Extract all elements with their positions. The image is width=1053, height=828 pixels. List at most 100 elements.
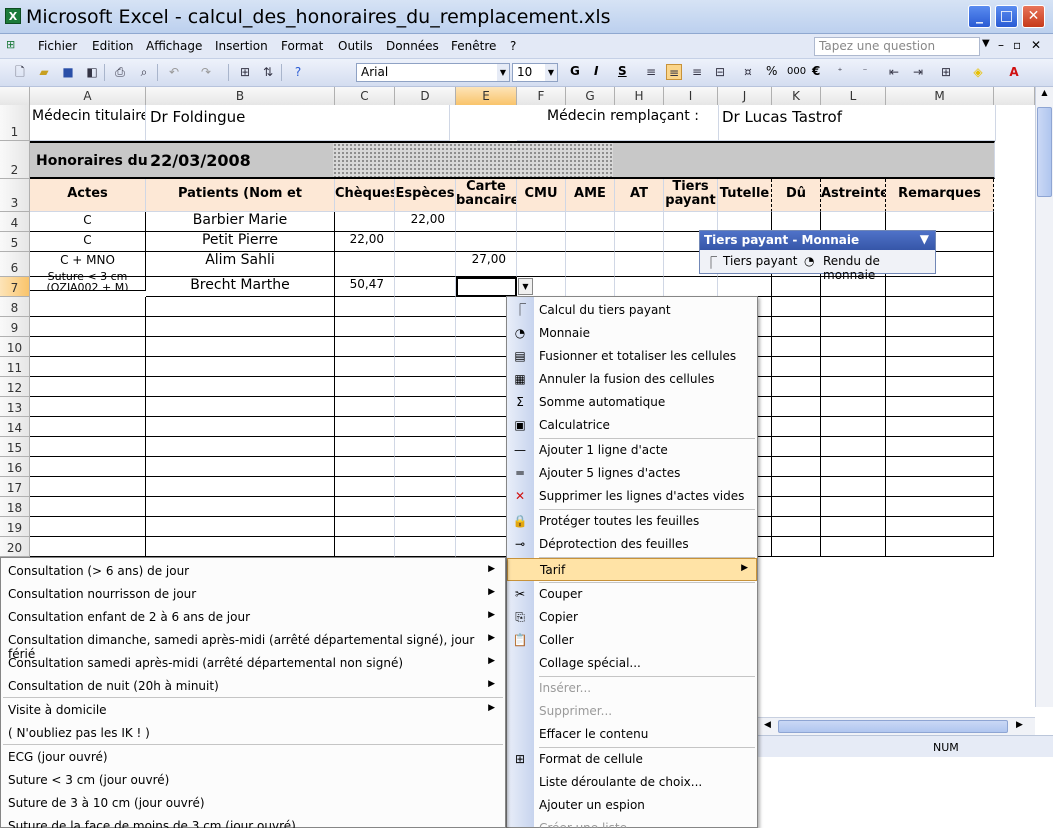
- cell-a16[interactable]: [30, 457, 146, 477]
- redo-icon[interactable]: ↷: [198, 64, 214, 80]
- col-header-0[interactable]: Actes: [30, 179, 146, 212]
- menu-help[interactable]: ?: [510, 39, 516, 53]
- col-header-12[interactable]: Remarques: [886, 179, 994, 212]
- cell-m15[interactable]: [886, 437, 994, 457]
- cell-b5[interactable]: Petit Pierre: [146, 232, 335, 252]
- cell-k12[interactable]: [772, 377, 821, 397]
- cell-k7[interactable]: [772, 277, 821, 297]
- row-header-2[interactable]: 2: [0, 141, 30, 179]
- cell-j4[interactable]: [718, 212, 772, 232]
- cell-m9[interactable]: [886, 317, 994, 337]
- doc-close-icon[interactable]: ✕: [1031, 38, 1041, 52]
- borders-icon[interactable]: ⊞: [938, 64, 954, 80]
- honoraires-date[interactable]: 22/03/2008: [150, 151, 251, 170]
- ctx-item-15[interactable]: Collage spécial...: [507, 652, 757, 675]
- cell-b16[interactable]: [146, 457, 335, 477]
- cell-d11[interactable]: [395, 357, 456, 377]
- column-header-h[interactable]: H: [615, 87, 664, 105]
- cell-c11[interactable]: [335, 357, 395, 377]
- honoraires-banner[interactable]: Honoraires du 22/03/2008: [30, 141, 995, 179]
- cell-f6[interactable]: [517, 252, 566, 277]
- row-header-14[interactable]: 14: [0, 417, 30, 437]
- preview-icon[interactable]: ⌕: [136, 64, 152, 80]
- cell-b8[interactable]: [146, 297, 335, 317]
- sort-icon[interactable]: ⇅: [260, 64, 276, 80]
- cell-a18[interactable]: [30, 497, 146, 517]
- cell-h7[interactable]: [615, 277, 664, 297]
- cell-m14[interactable]: [886, 417, 994, 437]
- cell-m17[interactable]: [886, 477, 994, 497]
- tarif-item-7[interactable]: ( N'oubliez pas les IK ! ): [1, 721, 505, 744]
- chevron-down-icon[interactable]: ▼: [545, 64, 557, 81]
- chevron-down-icon[interactable]: ▼: [497, 64, 509, 81]
- ctx-item-9[interactable]: 🔒 Protéger toutes les feuilles: [507, 510, 757, 533]
- column-header-i[interactable]: I: [664, 87, 718, 105]
- ctx-item-18[interactable]: Effacer le contenu: [507, 723, 757, 746]
- new-icon[interactable]: 🗋: [12, 64, 28, 80]
- ctx-item-13[interactable]: ⎘ Copier: [507, 606, 757, 629]
- workbook-icon[interactable]: ⊞: [6, 38, 26, 54]
- cell-e4[interactable]: [456, 212, 517, 232]
- bold-button[interactable]: G: [570, 64, 580, 78]
- cell-c12[interactable]: [335, 377, 395, 397]
- cell-f4[interactable]: [517, 212, 566, 232]
- cell-c13[interactable]: [335, 397, 395, 417]
- cell-a15[interactable]: [30, 437, 146, 457]
- close-button[interactable]: ✕: [1022, 5, 1045, 28]
- cell-a7[interactable]: Suture < 3 cm (QZJA002 + M): [30, 271, 146, 291]
- cell-e6[interactable]: 27,00: [456, 252, 517, 277]
- cell-d16[interactable]: [395, 457, 456, 477]
- cell-d17[interactable]: [395, 477, 456, 497]
- cell-c16[interactable]: [335, 457, 395, 477]
- cell-g4[interactable]: [566, 212, 615, 232]
- ctx-item-19[interactable]: ⊞ Format de cellule: [507, 748, 757, 771]
- ctx-item-12[interactable]: ✂ Couper: [507, 583, 757, 606]
- cell-m8[interactable]: [886, 297, 994, 317]
- vertical-scrollbar[interactable]: ▲: [1035, 87, 1053, 707]
- menu-donnees[interactable]: Données: [386, 39, 439, 53]
- ctx-item-8[interactable]: ✕ Supprimer les lignes d'actes vides: [507, 485, 757, 508]
- help-icon[interactable]: ?: [290, 64, 306, 80]
- scroll-thumb[interactable]: [1037, 107, 1052, 197]
- cell-c17[interactable]: [335, 477, 395, 497]
- row-header-16[interactable]: 16: [0, 457, 30, 477]
- cell-k4[interactable]: [772, 212, 821, 232]
- merge-center-icon[interactable]: ⊟: [712, 64, 728, 80]
- ctx-item-4[interactable]: Σ Somme automatique: [507, 391, 757, 414]
- ctx-item-2[interactable]: ▤ Fusionner et totaliser les cellules: [507, 345, 757, 368]
- column-header-c[interactable]: C: [335, 87, 395, 105]
- floatbar-title[interactable]: Tiers payant - Monnaie ▼: [700, 231, 935, 250]
- col-header-1[interactable]: Patients (Nom et prénom): [146, 179, 335, 212]
- cell-f5[interactable]: [517, 232, 566, 252]
- currency-icon[interactable]: ¤: [740, 64, 756, 80]
- cell-m16[interactable]: [886, 457, 994, 477]
- cell-d18[interactable]: [395, 497, 456, 517]
- ctx-item-3[interactable]: ▦ Annuler la fusion des cellules: [507, 368, 757, 391]
- excel-app-icon[interactable]: X: [5, 8, 21, 24]
- row-header-10[interactable]: 10: [0, 337, 30, 357]
- cell-h6[interactable]: [615, 252, 664, 277]
- cell-d15[interactable]: [395, 437, 456, 457]
- ctx-item-7[interactable]: ═ Ajouter 5 lignes d'actes: [507, 462, 757, 485]
- col-header-2[interactable]: Chèques: [335, 179, 395, 212]
- cell-b11[interactable]: [146, 357, 335, 377]
- cell-l8[interactable]: [821, 297, 886, 317]
- cell-m10[interactable]: [886, 337, 994, 357]
- cell-a13[interactable]: [30, 397, 146, 417]
- cell-a17[interactable]: [30, 477, 146, 497]
- column-header-l[interactable]: L: [821, 87, 886, 105]
- tarif-item-8[interactable]: ECG (jour ouvré): [1, 745, 505, 768]
- row-header-19[interactable]: 19: [0, 517, 30, 537]
- scroll-left-icon[interactable]: ◀: [764, 720, 771, 730]
- tiers-payant-button[interactable]: Tiers payant: [723, 254, 797, 268]
- tarif-item-9[interactable]: Suture < 3 cm (jour ouvré): [1, 768, 505, 791]
- row-header-3[interactable]: 3: [0, 179, 30, 212]
- column-header-f[interactable]: F: [517, 87, 566, 105]
- cell-b19[interactable]: [146, 517, 335, 537]
- cell-d4[interactable]: 22,00: [395, 212, 456, 232]
- row-header-17[interactable]: 17: [0, 477, 30, 497]
- cell-b17[interactable]: [146, 477, 335, 497]
- tarif-item-5[interactable]: Consultation de nuit (20h à minuit) ▶: [1, 674, 505, 697]
- row-header-9[interactable]: 9: [0, 317, 30, 337]
- cell-g7[interactable]: [566, 277, 615, 297]
